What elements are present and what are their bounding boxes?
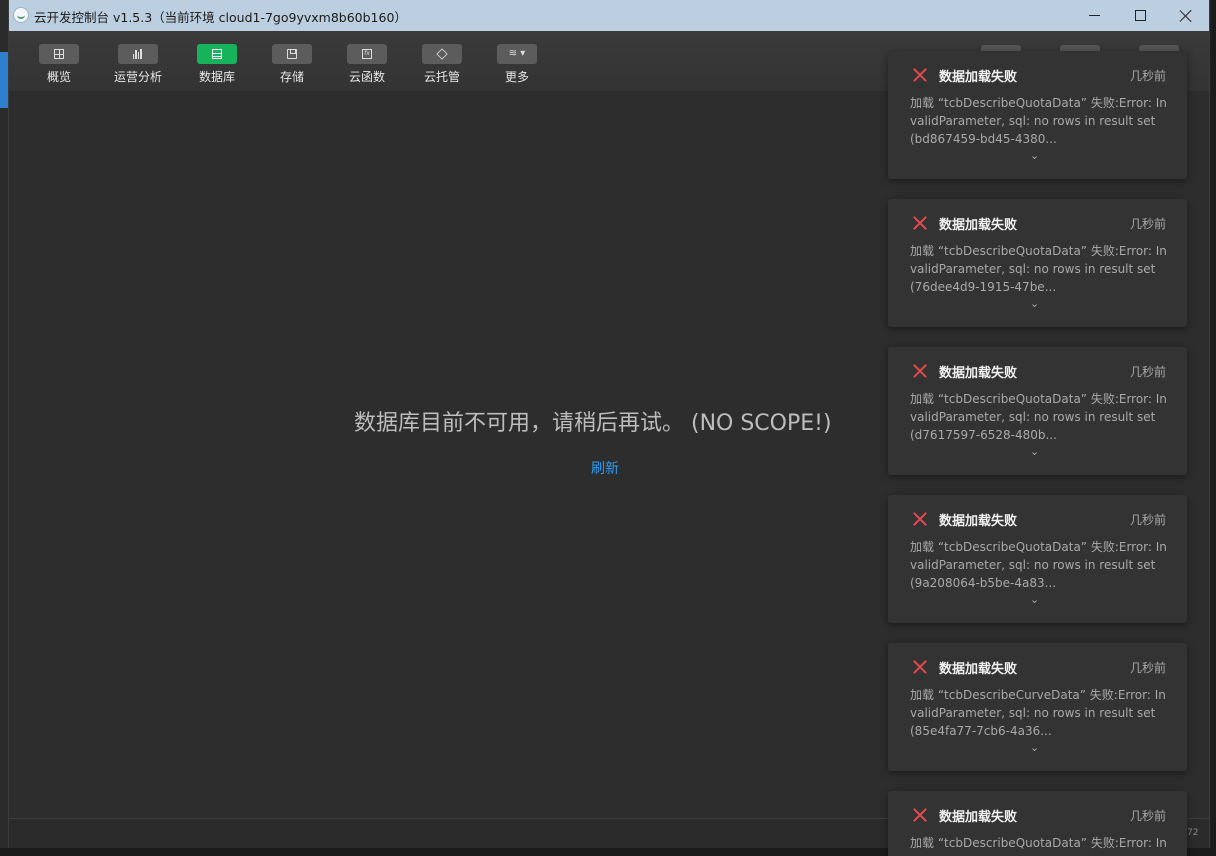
toast-time: 几秒前 xyxy=(1129,809,1166,823)
error-toast[interactable]: 数据加载失败 几秒前 加载 “tcbDescribeQuotaData” 失败:… xyxy=(888,199,1187,327)
function-icon: fx xyxy=(347,44,387,64)
bar-chart-icon xyxy=(118,44,158,64)
tool-storage[interactable]: 存储 xyxy=(252,44,332,85)
expand-chevron-icon[interactable]: ⌄ xyxy=(1030,149,1039,162)
background-window-left xyxy=(0,0,8,856)
toast-message: 加载 “tcbDescribeQuotaData” 失败:Error: Inv xyxy=(910,836,1167,856)
error-x-icon xyxy=(913,68,927,82)
tool-cloud-functions[interactable]: fx 云函数 xyxy=(327,44,407,85)
error-x-icon xyxy=(913,216,927,230)
app-logo-icon xyxy=(13,7,29,23)
database-table-icon xyxy=(197,44,237,64)
toast-time: 几秒前 xyxy=(1129,365,1166,379)
expand-chevron-icon[interactable]: ⌄ xyxy=(1030,297,1039,310)
error-toast[interactable]: 数据加载失败 几秒前 加载 “tcbDescribeCurveData” 失败:… xyxy=(888,643,1187,771)
tool-label: 云函数 xyxy=(348,70,385,84)
error-toast[interactable]: 数据加载失败 几秒前 加载 “tcbDescribeQuotaData” 失败:… xyxy=(888,51,1187,179)
background-window-right xyxy=(1212,0,1216,856)
error-x-icon xyxy=(913,808,927,822)
tool-analytics[interactable]: 运营分析 xyxy=(98,44,178,85)
toast-title: 数据加载失败 xyxy=(939,662,1018,677)
tool-label: 数据库 xyxy=(198,70,235,84)
layers-dropdown-icon: ≋ ▾ xyxy=(497,44,537,64)
database-unavailable-message: 数据库目前不可用，请稍后再试。 (NO SCOPE!) xyxy=(354,411,832,436)
disk-icon xyxy=(272,44,312,64)
close-window-button[interactable] xyxy=(1163,0,1209,31)
toast-title: 数据加载失败 xyxy=(939,514,1018,529)
tool-label: 运营分析 xyxy=(113,70,162,84)
toast-message: 加载 “tcbDescribeQuotaData” 失败:Error: Inva… xyxy=(910,540,1167,590)
close-icon xyxy=(1180,10,1192,22)
toast-title: 数据加载失败 xyxy=(939,218,1018,233)
cube-icon xyxy=(422,44,462,64)
tool-label: 存储 xyxy=(279,70,304,84)
background-window-accent xyxy=(0,52,8,108)
refresh-link[interactable]: 刷新 xyxy=(591,458,619,478)
toast-message: 加载 “tcbDescribeQuotaData” 失败:Error: Inva… xyxy=(910,392,1167,442)
expand-chevron-icon[interactable]: ⌄ xyxy=(1030,445,1039,458)
error-toast[interactable]: 数据加载失败 几秒前 加载 “tcbDescribeQuotaData” 失败:… xyxy=(888,347,1187,475)
grid-icon xyxy=(39,44,79,64)
tool-more[interactable]: ≋ ▾ 更多 xyxy=(477,44,557,85)
error-x-icon xyxy=(913,364,927,378)
toast-message: 加载 “tcbDescribeQuotaData” 失败:Error: Inva… xyxy=(910,244,1167,294)
tool-label: 更多 xyxy=(504,70,529,84)
toast-title: 数据加载失败 xyxy=(939,70,1018,85)
maximize-icon xyxy=(1134,10,1146,21)
toast-title: 数据加载失败 xyxy=(939,810,1018,825)
minimize-icon xyxy=(1088,15,1100,16)
error-x-icon xyxy=(913,660,927,674)
toast-message: 加载 “tcbDescribeQuotaData” 失败:Error: Inva… xyxy=(910,96,1167,146)
error-x-icon xyxy=(913,512,927,526)
toast-time: 几秒前 xyxy=(1129,217,1166,231)
error-toast[interactable]: 数据加载失败 几秒前 加载 “tcbDescribeQuotaData” 失败:… xyxy=(888,791,1187,856)
expand-chevron-icon[interactable]: ⌄ xyxy=(1030,593,1039,606)
minimize-button[interactable] xyxy=(1071,0,1117,31)
toast-title: 数据加载失败 xyxy=(939,366,1018,381)
tool-label: 云托管 xyxy=(423,70,460,84)
error-toast[interactable]: 数据加载失败 几秒前 加载 “tcbDescribeQuotaData” 失败:… xyxy=(888,495,1187,623)
status-number: 72 xyxy=(1187,828,1199,838)
toast-time: 几秒前 xyxy=(1129,513,1166,527)
toast-time: 几秒前 xyxy=(1129,661,1166,675)
expand-chevron-icon[interactable]: ⌄ xyxy=(1030,741,1039,754)
window-title: 云开发控制台 v1.5.3（当前环境 cloud1-7go9yvxm8b60b1… xyxy=(34,10,407,25)
toast-message: 加载 “tcbDescribeCurveData” 失败:Error: Inva… xyxy=(910,688,1166,738)
title-bar[interactable]: 云开发控制台 v1.5.3（当前环境 cloud1-7go9yvxm8b60b1… xyxy=(9,0,1209,31)
tool-database[interactable]: 数据库 xyxy=(177,44,257,85)
tool-overview[interactable]: 概览 xyxy=(19,44,99,85)
tool-cloud-hosting[interactable]: 云托管 xyxy=(402,44,482,85)
toast-time: 几秒前 xyxy=(1129,69,1166,83)
maximize-button[interactable] xyxy=(1117,0,1163,31)
tool-label: 概览 xyxy=(46,70,71,84)
